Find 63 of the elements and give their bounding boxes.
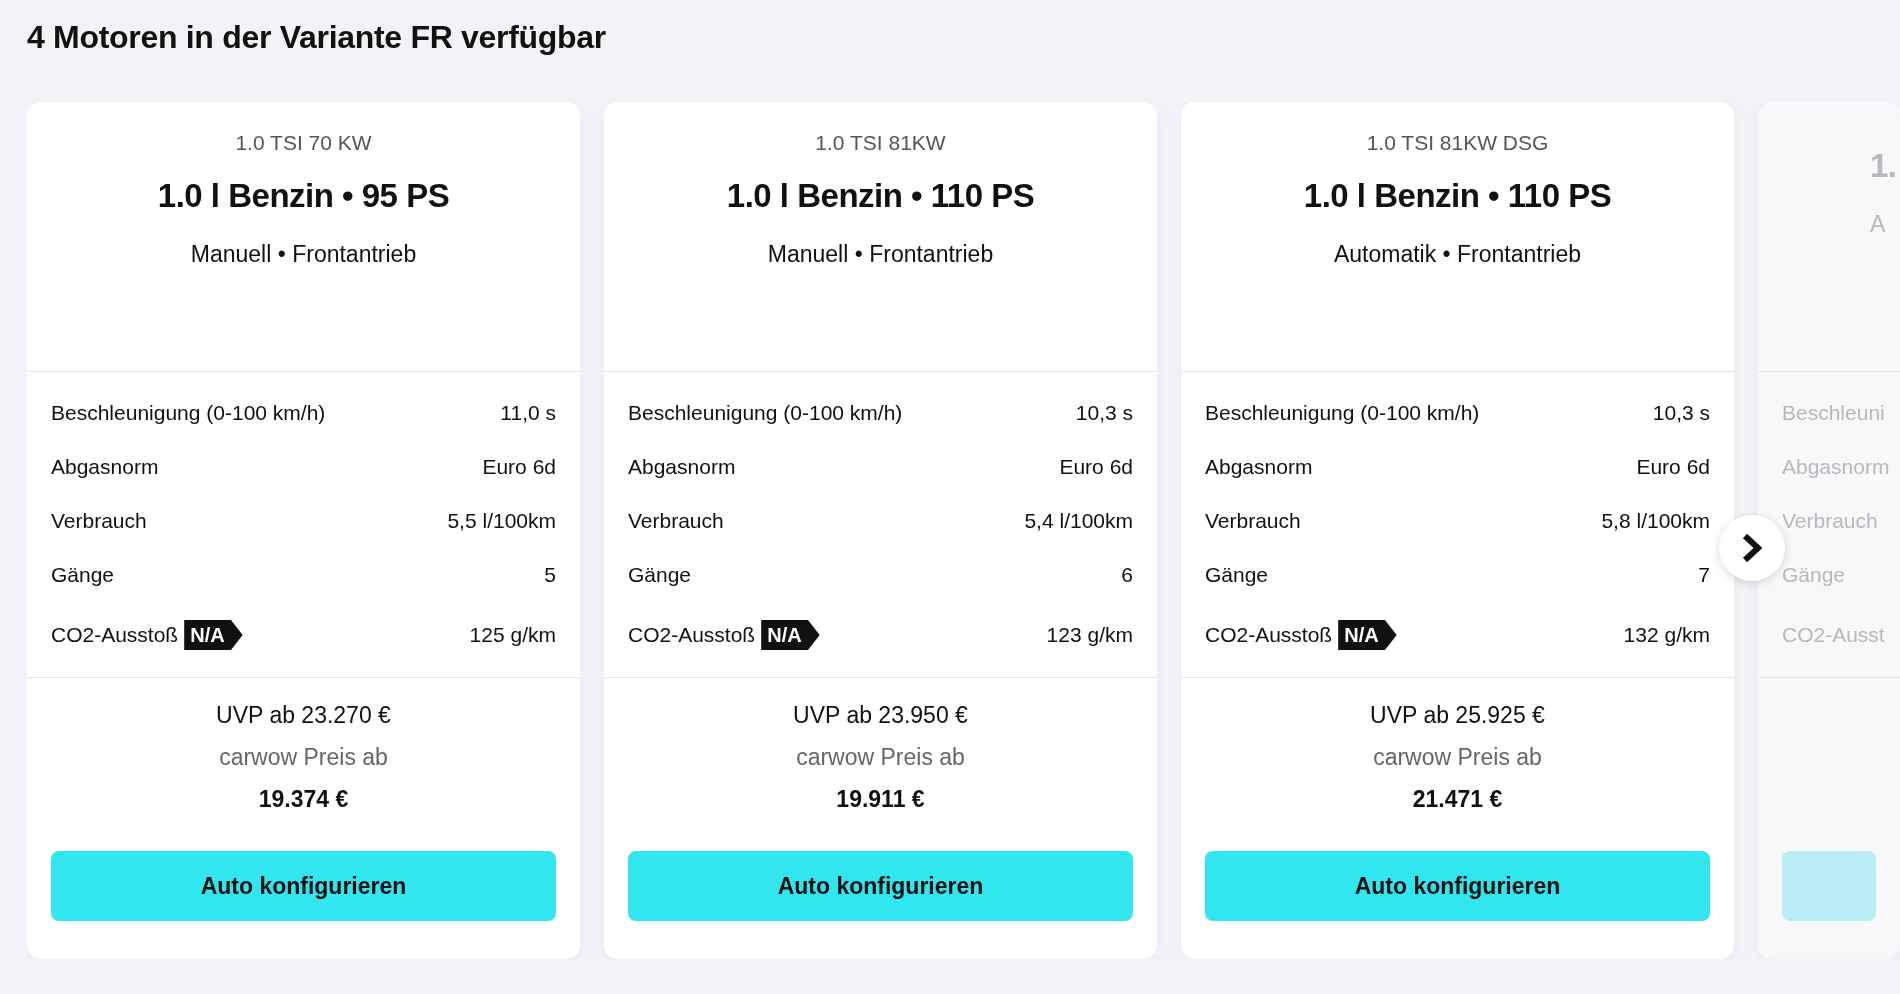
spec-value: 5 [544, 562, 556, 589]
price-label: carwow Preis ab [795, 743, 966, 772]
engine-title: 1. [1870, 146, 1898, 186]
list-price: UVP ab 25.925 € [1369, 701, 1546, 730]
drivetrain-text: Automatik • Frontantrieb [1332, 240, 1583, 269]
spec-label: Gänge [51, 562, 115, 589]
spec-value: 11,0 s [500, 400, 556, 427]
spec-label: Verbrauch [628, 508, 724, 535]
spec-label: Abgasnorm [1782, 454, 1890, 481]
spec-label: CO2-Ausstoß [51, 622, 179, 649]
spec-value: 7 [1698, 562, 1710, 589]
efficiency-tag: N/A [761, 620, 820, 650]
engine-code: 1.0 TSI 81KW [814, 130, 947, 156]
spec-label: Beschleunigung (0-100 km/h) [628, 400, 903, 427]
price-label: carwow Preis ab [1372, 743, 1543, 772]
spec-value: 125 g/km [469, 622, 556, 649]
spec-value: 5,8 l/100km [1601, 508, 1710, 535]
spec-label: Abgasnorm [1205, 454, 1313, 481]
spec-value: 6 [1121, 562, 1133, 589]
spec-value: 10,3 s [1652, 400, 1710, 427]
section-heading: 4 Motoren in der Variante FR verfügbar [27, 18, 607, 57]
spec-label: Beschleunigung (0-100 km/h) [51, 400, 326, 427]
engine-title: 1.0 l Benzin • 110 PS [725, 176, 1036, 216]
spec-label: Abgasnorm [628, 454, 736, 481]
configure-button[interactable]: Auto konfigurieren [51, 851, 556, 921]
engine-title: 1.0 l Benzin • 95 PS [156, 176, 451, 216]
spec-label: Verbrauch [51, 508, 147, 535]
drivetrain-text: Manuell • Frontantrieb [189, 240, 418, 269]
spec-label: Verbrauch [1782, 508, 1878, 535]
engine-title: 1.0 l Benzin • 110 PS [1302, 176, 1613, 216]
spec-label: Gänge [1205, 562, 1269, 589]
list-price: UVP ab 23.270 € [215, 701, 392, 730]
spec-label: CO2-Ausstoß [1205, 622, 1333, 649]
spec-value: 132 g/km [1623, 622, 1710, 649]
spec-value: 5,4 l/100km [1024, 508, 1133, 535]
list-price: UVP ab 23.950 € [792, 701, 969, 730]
spec-label: Beschleunigung (0-100 km/h) [1205, 400, 1480, 427]
spec-label: Gänge [1782, 562, 1846, 589]
drivetrain-text: Manuell • Frontantrieb [766, 240, 995, 269]
spec-label: Gänge [628, 562, 692, 589]
spec-label: Verbrauch [1205, 508, 1301, 535]
spec-label: CO2-Ausstoß [628, 622, 756, 649]
efficiency-tag: N/A [1338, 620, 1397, 650]
configure-button[interactable]: Auto konfigurieren [628, 851, 1133, 921]
spec-value: 5,5 l/100km [447, 508, 556, 535]
drivetrain-text: A [1870, 210, 1887, 239]
spec-label: CO2-Ausst [1782, 622, 1885, 649]
price-label: carwow Preis ab [218, 743, 389, 772]
engine-code: 1.0 TSI 81KW DSG [1365, 130, 1550, 156]
spec-value: Euro 6d [1059, 454, 1133, 481]
efficiency-tag: N/A [184, 620, 243, 650]
spec-label: Abgasnorm [51, 454, 159, 481]
spec-value: 123 g/km [1046, 622, 1133, 649]
spec-value: Euro 6d [482, 454, 556, 481]
price-value: 19.911 € [835, 785, 926, 814]
engine-code: 1.0 TSI 70 KW [234, 130, 373, 156]
configure-button[interactable]: Auto konfigurieren [1205, 851, 1710, 921]
spec-label: Beschleuni [1782, 400, 1885, 427]
spec-value: Euro 6d [1636, 454, 1710, 481]
price-value: 19.374 € [257, 785, 350, 814]
price-value: 21.471 € [1411, 785, 1504, 814]
chevron-right-icon [1741, 533, 1763, 563]
spec-value: 10,3 s [1075, 400, 1133, 427]
